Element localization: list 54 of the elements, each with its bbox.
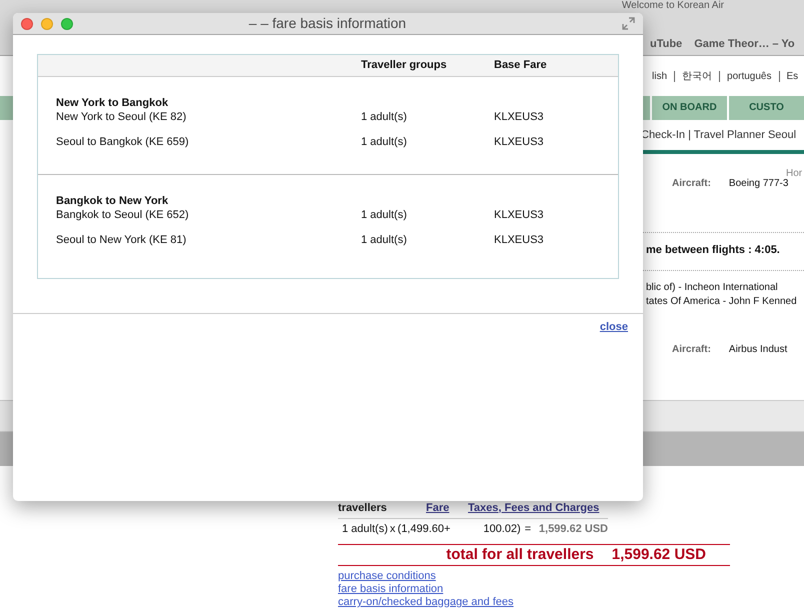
airport-text: blic of) - Incheon International [646, 281, 779, 295]
page-link[interactable]: fare basis information [338, 583, 804, 596]
column-heading: Base Fare [494, 58, 547, 74]
bookmark-item[interactable]: Game Theor… – Yo [694, 34, 795, 54]
browser-title: Welcome to Korean Air [622, 0, 724, 12]
price-cell-text: 1,599.62 USD [538, 522, 608, 538]
close-link[interactable]: close [600, 319, 628, 336]
total-label: total for all travellers [446, 544, 594, 565]
traveller-cell-text: 1 adult(s) [361, 110, 408, 124]
aircraft-label: Aircraft: [672, 177, 711, 191]
group-title: Bangkok to New York [56, 195, 170, 208]
aircraft-value: Boeing 777-3 [728, 177, 788, 191]
traveller-cell-text: 1 adult(s) [361, 135, 408, 149]
aircraft-value: Airbus Indust [728, 343, 788, 357]
dialog-title: – – fare basis information [248, 14, 408, 33]
language-link[interactable]: Es [780, 70, 804, 82]
price-cell-text: 1 adult(s) [341, 522, 388, 538]
column-heading: Traveller groups [361, 58, 448, 74]
column-link[interactable]: Taxes, Fees and Charges [468, 500, 600, 516]
minimize-button[interactable] [41, 18, 53, 30]
price-cell-text: 100.02) [482, 522, 521, 538]
fare-cell: KLXEUS3 [494, 110, 544, 124]
language-link[interactable]: português [720, 70, 780, 82]
route-cell-text: New York to Seoul (KE 82) [56, 110, 188, 124]
route-cell-text: Seoul to Bangkok (KE 659) [56, 135, 190, 149]
price-cell-text: (1,499.60 [398, 522, 444, 538]
fare-cell: KLXEUS3 [494, 233, 544, 247]
traveller-cell-text: 1 adult(s) [361, 233, 408, 247]
bookmark-item[interactable]: uTube [650, 34, 682, 54]
traveller-cell-text: 1 adult(s) [361, 208, 408, 222]
connection-time: me between flights : 4:05. [646, 244, 780, 256]
price-cell-text: = [524, 522, 532, 538]
fare-cell: KLXEUS3 [494, 208, 544, 222]
nav-tab[interactable]: ON BOARD [650, 96, 727, 120]
price-cell-text: + [444, 522, 452, 538]
nav-tab[interactable]: CUSTO [727, 96, 804, 120]
fullscreen-icon[interactable] [622, 17, 635, 30]
route-cell-text: Bangkok to Seoul (KE 652) [56, 208, 190, 222]
language-link[interactable]: lish [645, 70, 676, 82]
column-heading: travellers [338, 500, 388, 516]
zoom-button[interactable] [61, 18, 73, 30]
aircraft-label: Aircraft: [672, 343, 711, 357]
total-amount: 1,599.62 USD [612, 544, 706, 565]
fare-cell: KLXEUS3 [494, 135, 544, 149]
close-button[interactable] [21, 18, 33, 30]
group-title: New York to Bangkok [56, 97, 170, 110]
route-cell-text: Seoul to New York (KE 81) [56, 233, 188, 247]
price-cell-text: x [388, 522, 396, 538]
page-link[interactable]: purchase conditions [338, 570, 804, 583]
airport-text: tates Of America - John F Kenned [646, 295, 798, 309]
column-link[interactable]: Fare [426, 500, 468, 516]
page-link[interactable]: carry-on/checked baggage and fees [338, 596, 804, 609]
breadcrumb: Hor [786, 168, 802, 179]
language-link[interactable]: 한국어 [675, 70, 720, 82]
